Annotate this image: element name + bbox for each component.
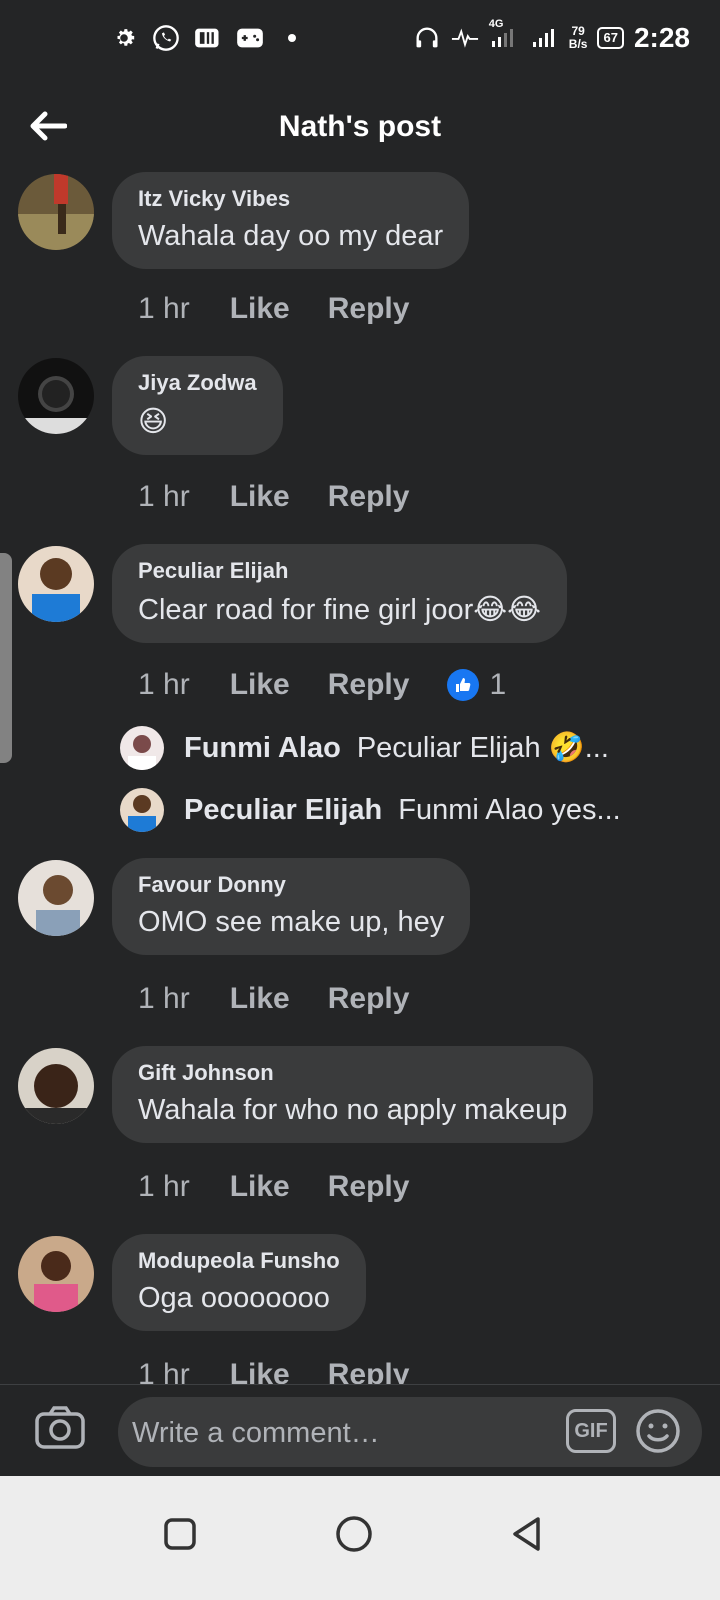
reply-author[interactable]: Funmi Alao <box>184 732 341 765</box>
comment-bubble[interactable]: Favour Donny OMO see make up, hey <box>112 858 471 955</box>
camera-button[interactable] <box>34 1405 90 1455</box>
reply-button[interactable]: Reply <box>328 668 410 702</box>
avatar[interactable] <box>18 546 94 622</box>
news-icon <box>194 24 222 52</box>
camera-icon <box>34 1406 86 1455</box>
emoji-button[interactable] <box>634 1407 682 1455</box>
smiley-icon <box>634 1409 682 1459</box>
square-icon <box>163 1517 197 1556</box>
reply-author[interactable]: Peculiar Elijah <box>184 794 382 827</box>
comment-text: Wahala for who no apply makeup <box>138 1094 568 1126</box>
avatar[interactable] <box>18 174 94 250</box>
commenter-name[interactable]: Favour Donny <box>138 872 444 898</box>
comment-actions: 1 hr Like Reply <box>138 292 447 326</box>
reply-button[interactable]: Reply <box>328 292 410 326</box>
gear-icon <box>110 24 138 52</box>
scroll-handle[interactable] <box>0 553 12 763</box>
avatar[interactable] <box>120 726 164 770</box>
like-button[interactable]: Like <box>230 982 290 1016</box>
comment-time: 1 hr <box>138 668 190 701</box>
commenter-name[interactable]: Modupeola Funsho <box>138 1248 340 1274</box>
home-button[interactable] <box>324 1506 384 1566</box>
gamepad-icon <box>236 24 264 52</box>
comment-actions: 1 hr Like Reply 1 <box>138 668 506 702</box>
pulse-icon <box>451 24 479 52</box>
reply-preview[interactable]: Peculiar Elijah Funmi Alao yes... <box>120 788 621 832</box>
triangle-back-icon <box>509 1515 543 1558</box>
comment-actions: 1 hr Like Reply <box>138 480 447 514</box>
commenter-name[interactable]: Itz Vicky Vibes <box>138 186 443 212</box>
clock: 2:28 <box>633 22 690 53</box>
comment-input[interactable]: Write a comment… GIF <box>118 1397 702 1467</box>
comment-input-placeholder: Write a comment… <box>132 1417 380 1449</box>
comment-time: 1 hr <box>138 480 190 513</box>
reaction-count: 1 <box>489 668 507 701</box>
comment-actions: 1 hr Like Reply <box>138 1170 447 1204</box>
dot-icon <box>278 24 306 52</box>
reply-button[interactable]: Reply <box>328 1170 410 1204</box>
comment-text: Oga oooooooo <box>138 1282 330 1314</box>
avatar[interactable] <box>18 1236 94 1312</box>
post-header: Nath's post <box>0 90 720 168</box>
comment-text: Wahala day oo my dear <box>138 220 444 252</box>
reply-text: Funmi Alao yes... <box>398 793 621 826</box>
reaction-summary[interactable]: 1 <box>447 668 506 702</box>
comment-time: 1 hr <box>138 982 190 1015</box>
comment-time: 1 hr <box>138 292 190 325</box>
recents-button[interactable] <box>150 1506 210 1566</box>
like-reaction-icon <box>447 669 480 701</box>
avatar[interactable] <box>120 788 164 832</box>
comment-composer: Write a comment… GIF <box>0 1384 720 1477</box>
network-speed: 79 B/s <box>568 24 588 51</box>
signal-icon <box>531 24 559 52</box>
system-nav-bar <box>0 1476 720 1600</box>
like-button[interactable]: Like <box>230 668 290 702</box>
back-nav-button[interactable] <box>496 1506 556 1566</box>
like-button[interactable]: Like <box>230 1170 290 1204</box>
headphones-icon <box>413 24 441 52</box>
battery-icon: 67 <box>597 27 624 49</box>
status-bar: 4G 79 B/s 67 2:28 <box>0 0 720 80</box>
page-title: Nath's post <box>278 110 442 143</box>
like-button[interactable]: Like <box>230 292 290 326</box>
comment-actions: 1 hr Like Reply <box>138 982 447 1016</box>
comment-time: 1 hr <box>138 1170 190 1203</box>
comment-bubble[interactable]: Modupeola Funsho Oga oooooooo <box>112 1234 366 1331</box>
like-button[interactable]: Like <box>230 480 290 514</box>
comment-text: OMO see make up, hey <box>138 906 445 938</box>
avatar[interactable] <box>18 358 94 434</box>
comment-bubble[interactable]: Itz Vicky Vibes Wahala day oo my dear <box>112 172 470 269</box>
comment-bubble[interactable]: Gift Johnson Wahala for who no apply mak… <box>112 1046 594 1143</box>
commenter-name[interactable]: Jiya Zodwa <box>138 370 257 396</box>
commenter-name[interactable]: Gift Johnson <box>138 1060 567 1086</box>
comment-text: Clear road for fine girl joor😂😂 <box>138 594 542 626</box>
comment-bubble[interactable]: Peculiar Elijah Clear road for fine girl… <box>112 544 568 643</box>
commenter-name[interactable]: Peculiar Elijah <box>138 558 541 584</box>
avatar[interactable] <box>18 860 94 936</box>
whatsapp-icon <box>152 24 180 52</box>
avatar[interactable] <box>18 1048 94 1124</box>
reply-preview[interactable]: Funmi Alao Peculiar Elijah 🤣... <box>120 726 609 770</box>
comment-text: 😆 <box>138 406 169 438</box>
circle-icon <box>335 1515 373 1558</box>
reply-text: Peculiar Elijah 🤣... <box>356 732 609 764</box>
reply-button[interactable]: Reply <box>328 480 410 514</box>
comment-bubble[interactable]: Jiya Zodwa 😆 <box>112 356 283 455</box>
signal-icon: 4G <box>489 18 521 52</box>
reply-button[interactable]: Reply <box>328 982 410 1016</box>
gif-button[interactable]: GIF <box>566 1409 616 1453</box>
network-type: 4G <box>488 18 504 30</box>
